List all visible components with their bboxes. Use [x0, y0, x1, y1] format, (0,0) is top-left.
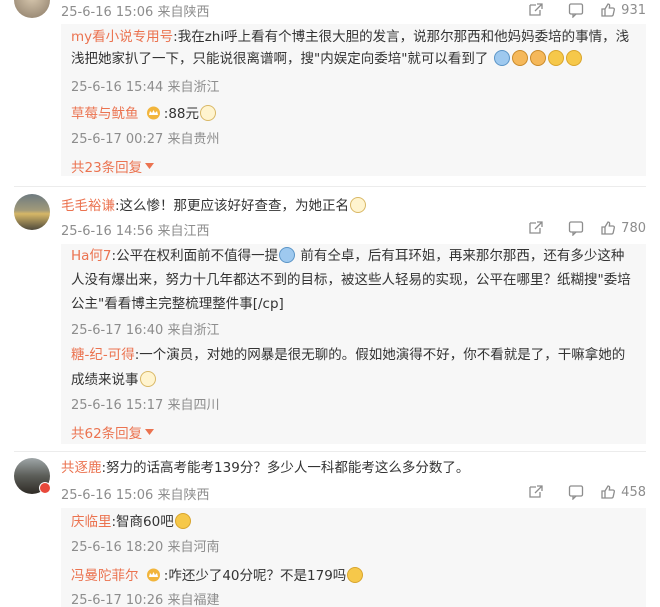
- emoji-icon: [279, 247, 296, 263]
- comment-actions: 931: [516, 0, 646, 20]
- comment-button[interactable]: [556, 218, 596, 238]
- reply-item: 冯曼陀菲尔 :咋还少了40分呢？不是179吗: [71, 564, 364, 588]
- comment-body: :这么惨！那更应该好好查查，为她正名: [115, 198, 350, 214]
- share-button[interactable]: [516, 218, 556, 238]
- thumbs-up-icon: [601, 3, 616, 17]
- reply-meta: 25-6-17 16:40 来自浙江: [71, 323, 220, 338]
- reply-item: Ha何7:公平在权利面前不值得一提 前有仝卓，后有耳环姐，再来那尔那西，还有多少…: [71, 244, 624, 268]
- caret-down-icon: [145, 429, 155, 435]
- comment-button[interactable]: [556, 0, 596, 20]
- reply-item-continued: 人没有爆出来，努力十几年都达不到的目标，被这些人轻易的实现，公平在哪里？纸糊搜"…: [71, 272, 631, 288]
- reply-username[interactable]: 冯曼陀菲尔: [71, 568, 139, 584]
- comment-icon: [569, 221, 584, 236]
- cat-emoji-icon: [529, 50, 546, 66]
- reply-item-continued: 公主"看看博主完整梳理整件事[/cp]: [71, 296, 284, 312]
- emoji-icon: [565, 50, 582, 66]
- comment-meta: 25-6-16 15:06 来自陕西: [61, 488, 210, 503]
- share-icon: [529, 221, 543, 234]
- reply-username[interactable]: 糖-纪-可得: [71, 347, 135, 363]
- more-replies-label: 共23条回复: [71, 160, 143, 176]
- divider: [14, 186, 646, 187]
- share-icon: [529, 3, 543, 16]
- crown-badge-icon: [146, 106, 160, 120]
- more-replies-link[interactable]: 共23条回复: [71, 156, 155, 176]
- like-count: 780: [621, 220, 646, 236]
- emoji-icon: [493, 50, 510, 66]
- emoji-icon: [547, 50, 564, 66]
- comment-actions: 458: [516, 482, 646, 502]
- reply-meta: 25-6-17 00:27 来自贵州: [71, 132, 220, 147]
- emoji-icon: [350, 197, 367, 213]
- reply-username[interactable]: 庆临里: [71, 514, 112, 530]
- divider: [14, 451, 646, 452]
- reply-text: 前有仝卓，后有耳环姐，再来那尔那西，还有多少这种: [300, 248, 625, 264]
- share-button[interactable]: [516, 482, 556, 502]
- reply-item-continued: 浅把她家扒了一下，只能说很离谱啊，搜"内娱定向委培"就可以看到了: [71, 48, 583, 70]
- like-button[interactable]: 458: [600, 484, 646, 500]
- more-replies-label: 共62条回复: [71, 426, 143, 442]
- reply-text: :我在zhi呼上看有个博主很大胆的发言，说那尔那西和他妈妈委培的事情，浅: [173, 29, 630, 45]
- verified-badge-icon: [39, 482, 51, 494]
- reply-username[interactable]: my看小说专用号: [71, 29, 173, 45]
- like-button[interactable]: 780: [600, 220, 646, 236]
- reply-text: 浅把她家扒了一下，只能说很离谱啊，搜"内娱定向委培"就可以看到了: [71, 51, 489, 67]
- reply-list: my看小说专用号:我在zhi呼上看有个博主很大胆的发言，说那尔那西和他妈妈委培的…: [61, 24, 646, 176]
- avatar[interactable]: [14, 194, 50, 230]
- comment-icon: [569, 3, 584, 18]
- crown-badge-icon: [146, 568, 160, 582]
- reply-list: 庆临里:智商60吧 25-6-16 18:20 来自河南 冯曼陀菲尔 :咋还少了…: [61, 508, 646, 607]
- comment-text: 毛毛裕谦:这么惨！那更应该好好查查，为她正名: [61, 196, 367, 216]
- comment-actions: 780: [516, 218, 646, 238]
- reply-meta: 25-6-16 18:20 来自河南: [71, 540, 220, 555]
- reply-meta: 25-6-16 15:44 来自浙江: [71, 80, 220, 95]
- reply-username[interactable]: Ha何7: [71, 248, 112, 264]
- like-count: 458: [621, 484, 646, 500]
- reply-text: :88元: [163, 106, 200, 122]
- reply-item: 糖-纪-可得:一个演员，对她的网暴是很无聊的。假如她演得不好，你不看就是了，干嘛…: [71, 343, 625, 367]
- reply-text: 成绩来说事: [71, 372, 139, 388]
- reply-text: :一个演员，对她的网暴是很无聊的。假如她演得不好，你不看就是了，干嘛拿她的: [134, 347, 626, 363]
- more-replies-link[interactable]: 共62条回复: [71, 422, 155, 442]
- reply-list: Ha何7:公平在权利面前不值得一提 前有仝卓，后有耳环姐，再来那尔那西，还有多少…: [61, 244, 646, 444]
- comment-icon: [569, 485, 584, 500]
- comment-username[interactable]: 毛毛裕谦: [61, 198, 115, 214]
- comment-username[interactable]: 共逐鹿: [61, 460, 102, 476]
- hand-emoji-icon: [139, 371, 156, 387]
- share-icon: [529, 485, 543, 498]
- reply-item: 草莓与鱿鱼 :88元: [71, 102, 217, 126]
- share-button[interactable]: [516, 0, 556, 20]
- comment-text: 共逐鹿:努力的话高考能考139分？多少人一科都能考这么多分数了。: [61, 458, 469, 478]
- laugh-emoji-icon: [174, 513, 191, 529]
- reply-item-continued: 成绩来说事: [71, 368, 157, 392]
- emoji-icon: [200, 105, 217, 121]
- like-count: 931: [621, 2, 646, 18]
- avatar[interactable]: [14, 0, 50, 18]
- cat-emoji-icon: [511, 50, 528, 66]
- reply-item: my看小说专用号:我在zhi呼上看有个博主很大胆的发言，说那尔那西和他妈妈委培的…: [71, 26, 629, 48]
- comment-body: :努力的话高考能考139分？多少人一科都能考这么多分数了。: [101, 460, 470, 476]
- laugh-emoji-icon: [347, 567, 364, 583]
- reply-meta: 25-6-17 10:26 来自福建: [71, 593, 220, 607]
- thumbs-up-icon: [601, 485, 616, 499]
- thumbs-up-icon: [601, 221, 616, 235]
- like-button[interactable]: 931: [600, 2, 646, 18]
- reply-text: :咋还少了40分呢？不是179吗: [163, 568, 347, 584]
- comment-meta: 25-6-16 15:06 来自陕西: [61, 5, 210, 20]
- caret-down-icon: [145, 163, 155, 169]
- reply-meta: 25-6-16 15:17 来自四川: [71, 398, 220, 413]
- reply-username[interactable]: 草莓与鱿鱼: [71, 106, 139, 122]
- comment-meta: 25-6-16 14:56 来自江西: [61, 224, 210, 239]
- reply-item: 庆临里:智商60吧: [71, 510, 192, 534]
- reply-text: :公平在权利面前不值得一提: [111, 248, 279, 264]
- reply-text: :智商60吧: [111, 514, 174, 530]
- comment-button[interactable]: [556, 482, 596, 502]
